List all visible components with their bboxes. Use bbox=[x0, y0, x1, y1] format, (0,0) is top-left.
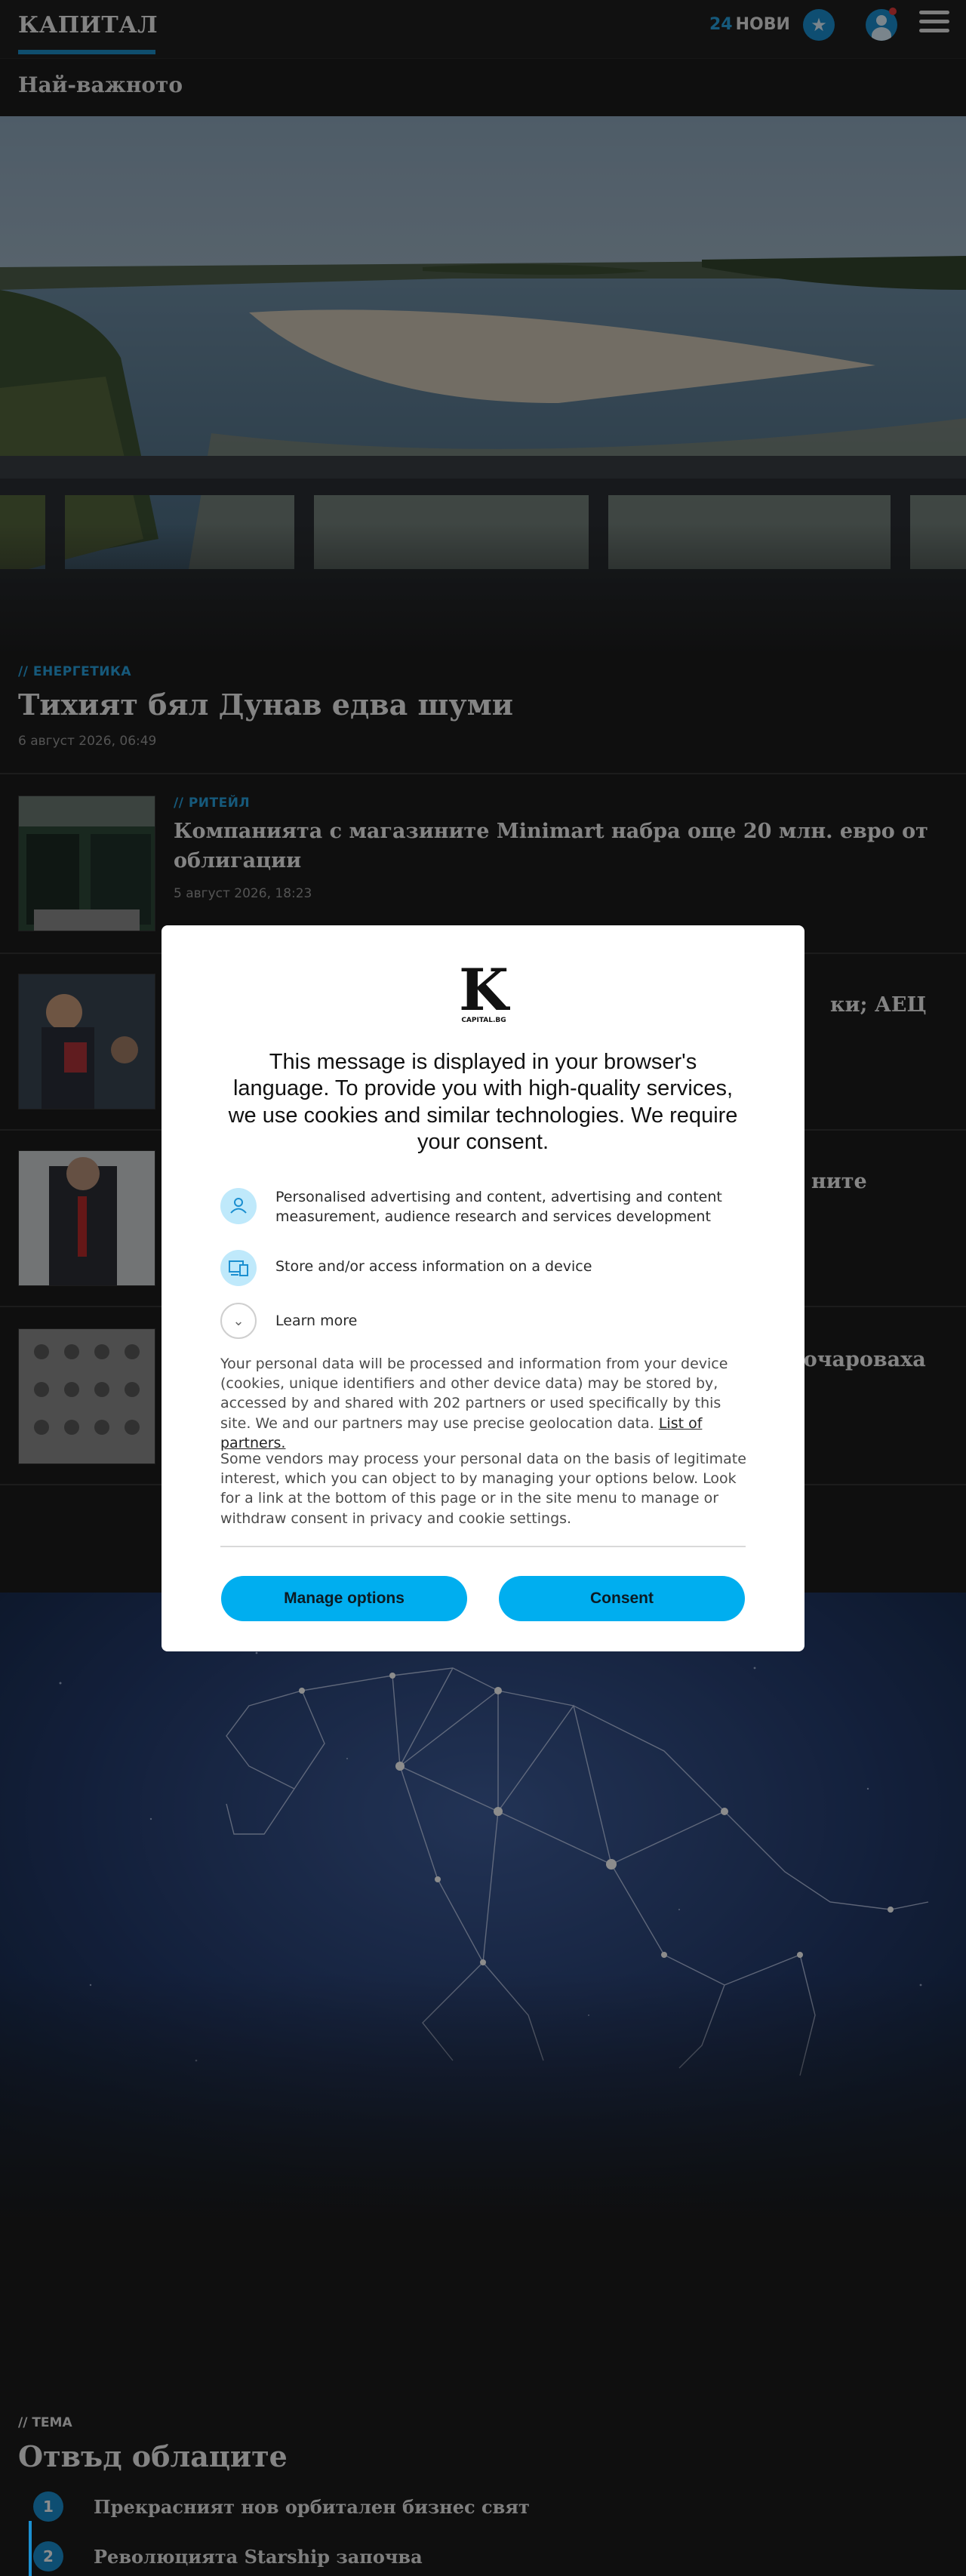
topic-connector-line bbox=[29, 2521, 32, 2576]
devices-icon bbox=[220, 1250, 257, 1286]
consent-description-text: Your personal data will be processed and… bbox=[220, 1356, 728, 1432]
consent-heading: This message is displayed in your browse… bbox=[228, 1050, 738, 1155]
consent-description: Your personal data will be processed and… bbox=[220, 1354, 749, 1453]
person-icon bbox=[220, 1188, 257, 1224]
chevron-down-icon[interactable]: ⌄ bbox=[220, 1303, 257, 1339]
divider bbox=[220, 1546, 746, 1547]
manage-options-button[interactable]: Manage options bbox=[221, 1576, 467, 1621]
consent-dialog: K CAPITAL.BG This message is displayed i… bbox=[162, 925, 804, 1651]
purpose-text: Store and/or access information on a dev… bbox=[275, 1258, 592, 1275]
learn-more-label[interactable]: Learn more bbox=[275, 1312, 758, 1331]
purpose-text: Personalised advertising and content, ad… bbox=[275, 1189, 722, 1225]
legitimate-interest-text: Some vendors may process your personal d… bbox=[220, 1451, 746, 1527]
consent-button[interactable]: Consent bbox=[499, 1576, 745, 1621]
logo-letter: K bbox=[459, 960, 510, 1023]
logo-subtext: CAPITAL.BG bbox=[461, 1017, 506, 1024]
capital-logo: K CAPITAL.BG bbox=[457, 956, 511, 1025]
